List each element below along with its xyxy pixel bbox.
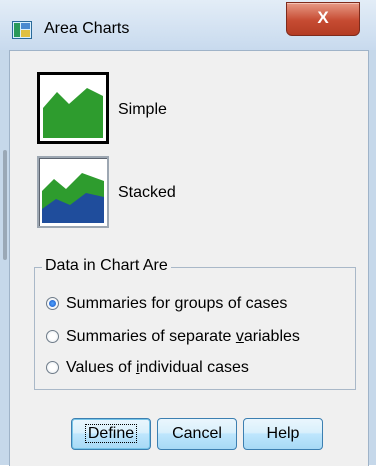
radio-summaries-groups[interactable]: Summaries for groups of cases [46,294,287,314]
stacked-chart-button[interactable] [37,156,109,228]
scrollbar-thumb[interactable] [3,150,7,260]
simple-area-chart-icon [43,78,103,138]
stacked-area-chart-icon [42,161,104,223]
simple-chart-button[interactable] [37,72,109,144]
define-button[interactable]: Define [71,418,151,450]
data-group-legend: Data in Chart Are [42,257,171,275]
radio-selected-icon[interactable] [46,297,59,310]
help-button[interactable]: Help [243,418,323,450]
close-icon: X [317,8,329,27]
title-bar[interactable]: Area Charts X [0,0,376,50]
radio-individual-cases[interactable]: Values of individual cases [46,358,249,378]
simple-chart-label: Simple [118,101,167,118]
stacked-chart-label: Stacked [118,184,176,201]
radio-summaries-variables[interactable]: Summaries of separate variables [46,327,300,347]
app-icon [12,21,32,39]
radio-unselected-icon[interactable] [46,361,59,374]
cancel-button[interactable]: Cancel [157,418,237,450]
close-button[interactable]: X [286,2,360,36]
window-title: Area Charts [44,20,130,37]
dialog-window: Area Charts X Simple Stacked Data in Cha… [0,0,376,466]
radio-unselected-icon[interactable] [46,330,59,343]
